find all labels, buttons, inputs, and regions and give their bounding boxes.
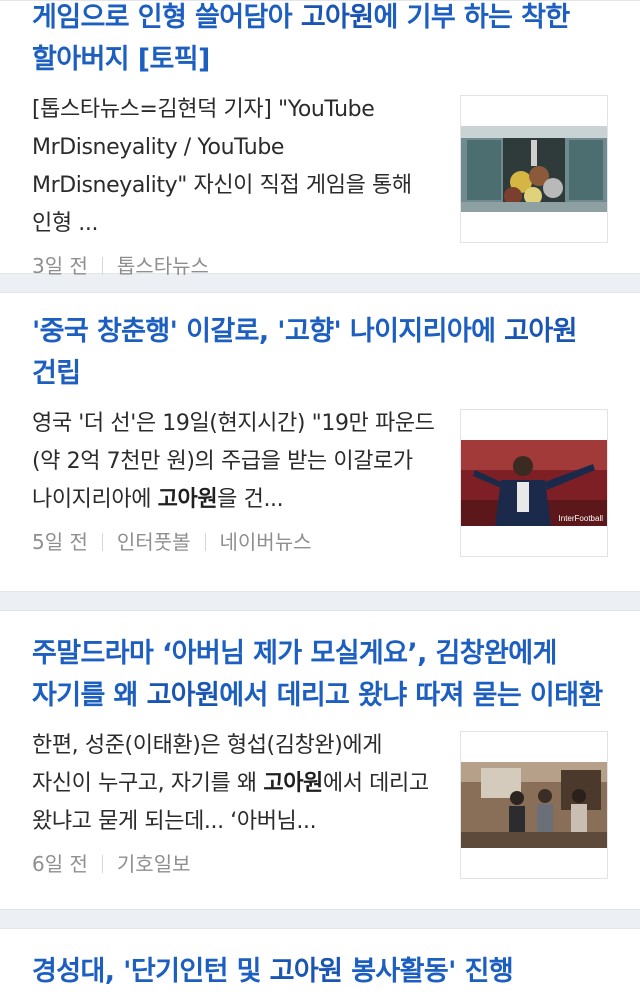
news-snippet[interactable]: 한편, 성준(이태환)은 형섭(김창완)에게 자신이 누구고, 자기를 왜 고아… [32, 727, 437, 841]
meta-divider [204, 533, 206, 551]
thumbnail-image-drama-scene [461, 762, 607, 848]
news-age: 6일 전 [32, 852, 88, 876]
news-card[interactable]: 게임으로 인형 쓸어담아 고아원에 기부 하는 착한 할아버지 [토픽] [톱스… [0, 0, 640, 278]
thumbnail-watermark: InterFootball [558, 514, 603, 523]
news-card[interactable]: 경성대, '단기인턴 및 고아원 봉사활동' 진행 [0, 928, 640, 1004]
news-title-link[interactable]: 게임으로 인형 쓸어담아 고아원에 기부 하는 착한 할아버지 [토픽] [32, 0, 608, 81]
news-card[interactable]: 주말드라마 ‘아버님 제가 모실게요’, 김창완에게 자기를 왜 고아원에서 데… [0, 610, 640, 910]
news-title-link[interactable]: 주말드라마 ‘아버님 제가 모실게요’, 김창완에게 자기를 왜 고아원에서 데… [32, 633, 608, 717]
news-age: 3일 전 [32, 254, 88, 278]
news-thumbnail[interactable] [460, 731, 608, 879]
news-meta: 6일 전 기호일보 [32, 847, 437, 881]
thumbnail-image-footballer: InterFootball [461, 440, 607, 526]
meta-divider [101, 855, 103, 873]
news-card[interactable]: '중국 창춘행' 이갈로, '고향' 나이지리아에 고아원 건립 영국 '더 선… [0, 292, 640, 592]
news-snippet[interactable]: 영국 '더 선'은 19일(현지시간) "19만 파운드(약 2억 7천만 원)… [32, 405, 437, 519]
news-thumbnail[interactable]: InterFootball [460, 409, 608, 557]
meta-divider [101, 533, 103, 551]
news-source[interactable]: 인터풋볼 [117, 525, 191, 559]
news-age: 5일 전 [32, 530, 88, 554]
news-source[interactable]: 톱스타뉴스 [117, 249, 209, 283]
news-source-portal[interactable]: 네이버뉴스 [220, 525, 312, 559]
news-meta: 5일 전 인터풋볼 네이버뉴스 [32, 525, 437, 559]
news-meta: 3일 전 톱스타뉴스 [32, 249, 437, 283]
news-thumbnail[interactable] [460, 95, 608, 243]
news-feed: 게임으로 인형 쓸어담아 고아원에 기부 하는 착한 할아버지 [토픽] [톱스… [0, 0, 640, 1004]
meta-divider [101, 257, 103, 275]
thumbnail-image-claw-machine [461, 126, 607, 212]
news-source[interactable]: 기호일보 [117, 847, 191, 881]
news-title-link[interactable]: '중국 창춘행' 이갈로, '고향' 나이지리아에 고아원 건립 [32, 311, 608, 395]
news-title-link[interactable]: 경성대, '단기인턴 및 고아원 봉사활동' 진행 [32, 951, 608, 993]
news-snippet[interactable]: [톱스타뉴스=김현덕 기자] "YouTube MrDisneyality / … [32, 91, 437, 243]
